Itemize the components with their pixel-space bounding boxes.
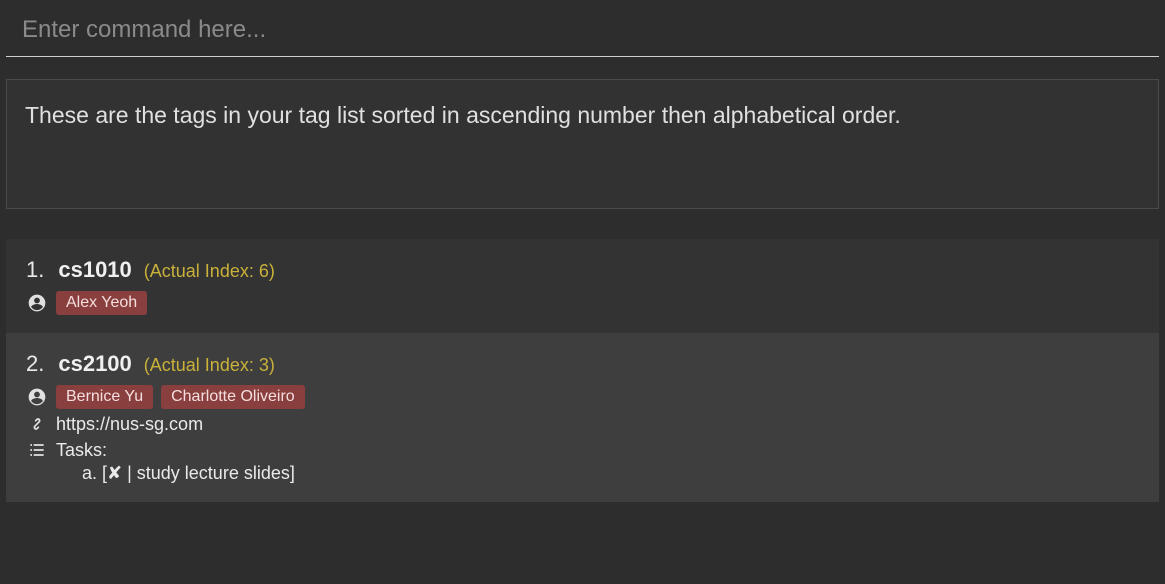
command-input[interactable]	[6, 8, 1159, 57]
tasks-icon	[26, 439, 48, 461]
person-chip: Bernice Yu	[56, 385, 153, 409]
tag-display-index: 2.	[26, 351, 44, 377]
person-icon	[26, 386, 48, 408]
person-icon	[26, 292, 48, 314]
message-text: These are the tags in your tag list sort…	[25, 102, 1140, 129]
tasks-header-row: Tasks:	[26, 439, 1139, 461]
tag-actual-index-label: (Actual Index: 6)	[144, 261, 275, 282]
tag-list-item: 1. cs1010 (Actual Index: 6) Alex Yeoh	[6, 239, 1159, 333]
person-chip: Charlotte Oliveiro	[161, 385, 305, 409]
tag-title-row: 2. cs2100 (Actual Index: 3)	[26, 351, 1139, 377]
tag-link-text: https://nus-sg.com	[56, 414, 203, 435]
person-chip: Alex Yeoh	[56, 291, 147, 315]
task-item: a. [✘ | study lecture slides]	[26, 463, 1139, 484]
tag-title-row: 1. cs1010 (Actual Index: 6)	[26, 257, 1139, 283]
persons-row: Bernice Yu Charlotte Oliveiro	[26, 385, 1139, 409]
link-icon	[26, 413, 48, 435]
tag-list: 1. cs1010 (Actual Index: 6) Alex Yeoh 2.…	[6, 239, 1159, 502]
tasks-label: Tasks:	[56, 440, 107, 461]
link-row: https://nus-sg.com	[26, 413, 1139, 435]
message-panel: These are the tags in your tag list sort…	[6, 79, 1159, 209]
tag-actual-index-label: (Actual Index: 3)	[144, 355, 275, 376]
persons-row: Alex Yeoh	[26, 291, 1139, 315]
tag-display-index: 1.	[26, 257, 44, 283]
tag-name: cs1010	[58, 257, 131, 283]
tag-name: cs2100	[58, 351, 131, 377]
tag-list-item: 2. cs2100 (Actual Index: 3) Bernice Yu C…	[6, 333, 1159, 502]
